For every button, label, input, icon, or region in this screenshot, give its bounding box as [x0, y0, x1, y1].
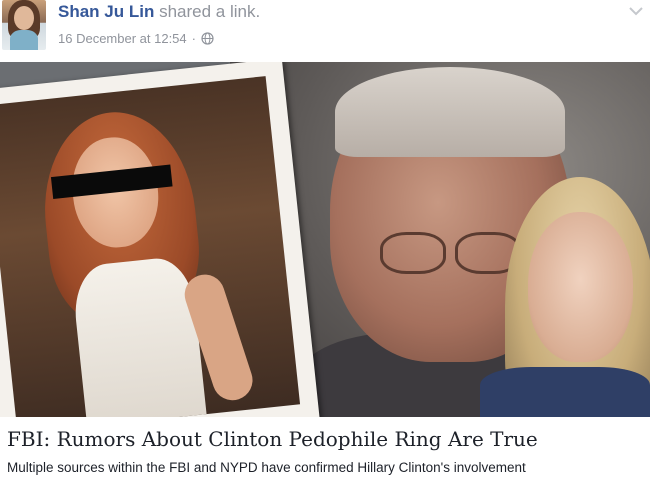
- facebook-post: Shan Ju Lin shared a link. 16 December a…: [0, 0, 650, 487]
- author-name-link[interactable]: Shan Ju Lin: [58, 2, 154, 21]
- link-headline[interactable]: FBI: Rumors About Clinton Pedophile Ring…: [7, 427, 647, 451]
- polaroid-photo: [0, 62, 321, 417]
- link-snippet: Multiple sources within the FBI and NYPD…: [7, 460, 526, 475]
- post-timestamp[interactable]: 16 December at 12:54: [58, 31, 187, 46]
- post-header: Shan Ju Lin shared a link. 16 December a…: [0, 0, 650, 62]
- link-preview-card[interactable]: FBI: Rumors About Clinton Pedophile Ring…: [0, 62, 650, 487]
- meta-separator: ·: [191, 31, 196, 46]
- chevron-down-icon[interactable]: [628, 4, 644, 16]
- author-avatar[interactable]: [2, 0, 46, 50]
- post-header-line: Shan Ju Lin shared a link.: [58, 2, 260, 22]
- link-preview-image[interactable]: [0, 62, 650, 417]
- post-meta: 16 December at 12:54 ·: [58, 31, 214, 46]
- post-action-text: shared a link.: [159, 2, 261, 21]
- globe-icon[interactable]: [201, 32, 214, 45]
